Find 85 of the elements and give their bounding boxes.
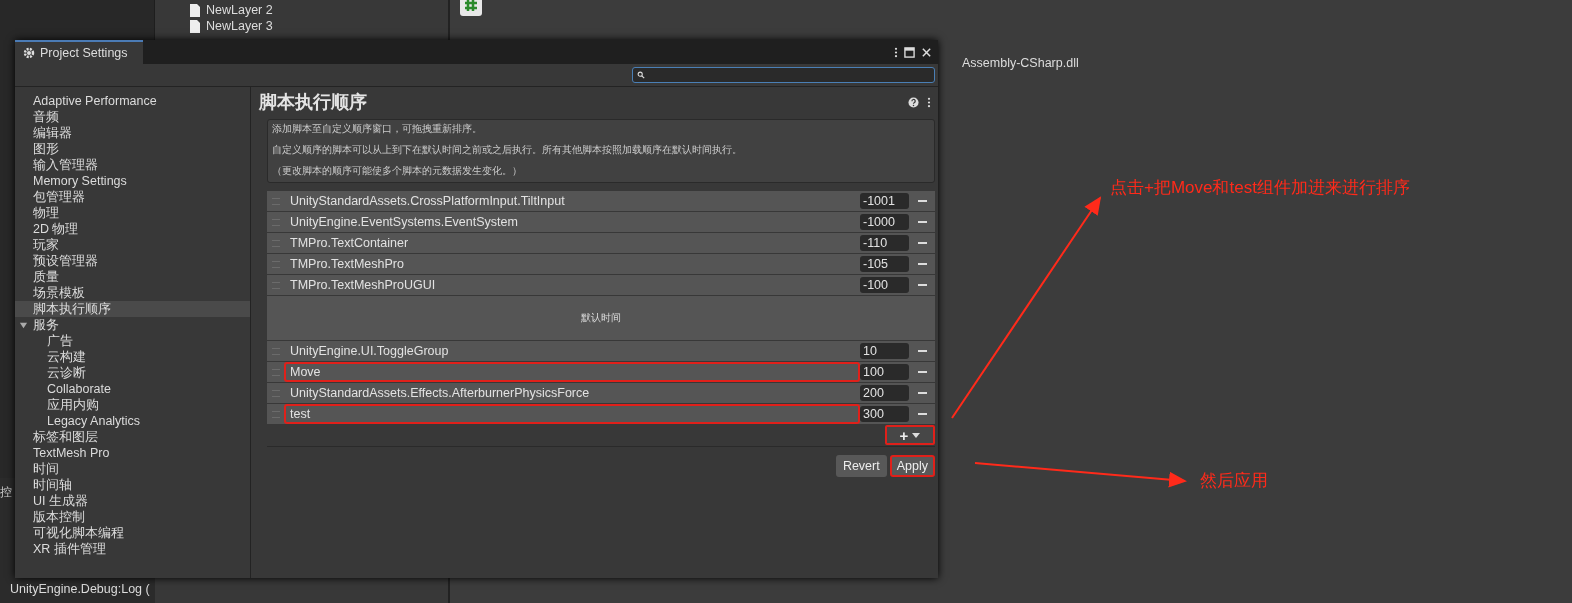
order-field[interactable]: -100 xyxy=(860,277,909,293)
default-time-label: 默认时间 xyxy=(581,311,621,325)
file-icon xyxy=(190,3,200,17)
sidebar-item[interactable]: 物理 xyxy=(15,205,250,221)
search-icon xyxy=(637,71,645,79)
sidebar-item[interactable]: 应用内购 xyxy=(15,397,250,413)
sidebar-item[interactable]: 图形 xyxy=(15,141,250,157)
order-field[interactable]: -1000 xyxy=(860,214,909,230)
hierarchy-item[interactable]: NewLayer 3 xyxy=(206,19,273,33)
expand-arrow-icon[interactable] xyxy=(19,321,28,330)
script-row[interactable]: UnityStandardAssets.Effects.AfterburnerPhysicsForce 200 xyxy=(267,383,935,404)
help-icon[interactable] xyxy=(908,96,919,108)
order-field[interactable]: 200 xyxy=(860,385,909,401)
script-row[interactable]: UnityEngine.EventSystems.EventSystem -1000 xyxy=(267,212,935,233)
help-text: 自定义顺序的脚本可以从上到下在默认时间之前或之后执行。所有其他脚本按照加载顺序在默认时间执行。 xyxy=(272,144,743,157)
close-icon[interactable] xyxy=(921,46,932,58)
script-name: TMPro.TextMeshPro xyxy=(289,256,405,273)
sidebar-item[interactable]: 时间轴 xyxy=(15,477,250,493)
sidebar-item[interactable]: 编辑器 xyxy=(15,125,250,141)
sidebar-item[interactable]: 标签和图层 xyxy=(15,429,250,445)
more-icon[interactable] xyxy=(894,46,898,58)
help-text: （更改脚本的顺序可能使多个脚本的元数据发生变化。） xyxy=(272,165,523,178)
sidebar-item[interactable]: 版本控制 xyxy=(15,509,250,525)
sidebar-item[interactable]: 音频 xyxy=(15,109,250,125)
window-tab[interactable]: Project Settings xyxy=(15,40,143,64)
sidebar-item[interactable]: XR 插件管理 xyxy=(15,541,250,557)
hierarchy-item[interactable]: NewLayer 2 xyxy=(206,3,273,17)
maximize-icon[interactable] xyxy=(904,46,915,58)
sidebar-item[interactable]: TextMesh Pro xyxy=(15,445,250,461)
action-button[interactable]: Revert xyxy=(835,455,887,477)
sidebar-item[interactable]: 质量 xyxy=(15,269,250,285)
file-icon xyxy=(190,19,200,33)
sidebar-item[interactable]: 包管理器 xyxy=(15,189,250,205)
script-name: UnityEngine.EventSystems.EventSystem xyxy=(289,214,519,231)
order-field[interactable]: -110 xyxy=(860,235,909,251)
order-field[interactable]: 300 xyxy=(860,406,909,422)
script-row[interactable]: TMPro.TextMeshProUGUI -100 xyxy=(267,275,935,296)
order-field[interactable]: 10 xyxy=(860,343,909,359)
sidebar-item[interactable]: 脚本执行顺序 xyxy=(15,301,250,317)
script-row[interactable]: UnityEngine.UI.ToggleGroup 10 xyxy=(267,341,935,362)
script-row[interactable]: test 300 xyxy=(267,404,935,425)
sidebar-item[interactable]: 可视化脚本编程 xyxy=(15,525,250,541)
sidebar-item[interactable]: 场景模板 xyxy=(15,285,250,301)
log-line: UnityEngine.Debug:Log ( xyxy=(10,582,150,596)
order-field[interactable]: -1001 xyxy=(860,193,909,209)
script-name: TMPro.TextMeshProUGUI xyxy=(289,277,437,294)
sidebar-item[interactable]: 广告 xyxy=(15,333,250,349)
section-heading: 脚本执行顺序 xyxy=(259,91,367,114)
script-name: UnityEngine.UI.ToggleGroup xyxy=(289,343,450,360)
sidebar-item[interactable]: 玩家 xyxy=(15,237,250,253)
order-field[interactable]: -105 xyxy=(860,256,909,272)
more-icon[interactable] xyxy=(927,96,931,108)
search-field[interactable] xyxy=(632,67,935,83)
script-name: UnityStandardAssets.CrossPlatformInput.TiltInput xyxy=(289,193,566,210)
sidebar-item[interactable]: Collaborate xyxy=(15,381,250,397)
sidebar-item[interactable]: 服务 xyxy=(15,317,250,333)
script-row[interactable]: TMPro.TextMeshPro -105 xyxy=(267,254,935,275)
sidebar-item[interactable]: 2D 物理 xyxy=(15,221,250,237)
script-name: test xyxy=(284,404,860,424)
sidebar-item[interactable]: 预设管理器 xyxy=(15,253,250,269)
sidebar-item[interactable]: 时间 xyxy=(15,461,250,477)
script-name: Move xyxy=(284,362,860,382)
annotation-text: 然后应用 xyxy=(1200,470,1268,492)
script-icon xyxy=(460,0,482,16)
script-name: UnityStandardAssets.Effects.AfterburnerPhysicsForce xyxy=(289,385,591,402)
script-row[interactable]: Move 100 xyxy=(267,362,935,383)
sidebar-item[interactable]: UI 生成器 xyxy=(15,493,250,509)
file-name: Assembly-CSharp.dll xyxy=(962,56,1079,70)
sidebar-item[interactable]: Adaptive Performance xyxy=(15,93,250,109)
settings-icon xyxy=(23,47,35,59)
sidebar-item[interactable]: 云构建 xyxy=(15,349,250,365)
sidebar-item[interactable]: Legacy Analytics xyxy=(15,413,250,429)
caret-icon xyxy=(912,432,921,438)
script-row[interactable]: TMPro.TextContainer -110 xyxy=(267,233,935,254)
script-row[interactable]: UnityStandardAssets.CrossPlatformInput.TiltInput -1001 xyxy=(267,191,935,212)
annotation-text: 点击+把Move和test组件加进来进行排序 xyxy=(1110,177,1410,199)
script-name: TMPro.TextContainer xyxy=(289,235,410,252)
sidebar-item[interactable]: 云诊断 xyxy=(15,365,250,381)
help-text: 添加脚本至自定义顺序窗口，可拖拽重新排序。 xyxy=(272,123,483,136)
console-tab[interactable]: 控 xyxy=(0,484,12,501)
action-button[interactable]: Apply xyxy=(889,455,935,477)
order-field[interactable]: 100 xyxy=(860,364,909,380)
add-button[interactable]: + xyxy=(885,425,935,445)
sidebar-item[interactable]: Memory Settings xyxy=(15,173,250,189)
sidebar-item[interactable]: 输入管理器 xyxy=(15,157,250,173)
